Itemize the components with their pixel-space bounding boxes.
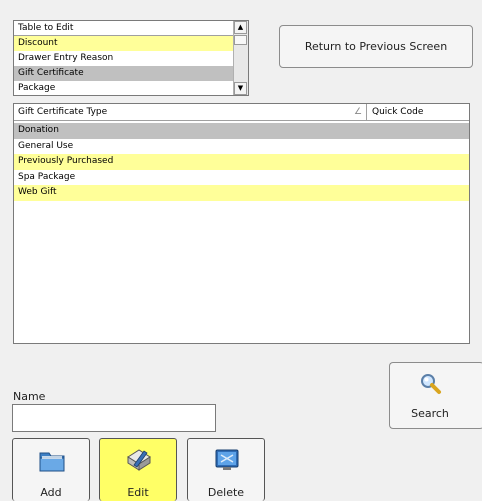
table-list-item-drawer-entry-reason[interactable]: Drawer Entry Reason — [14, 51, 236, 66]
gift-certificate-grid[interactable]: Gift Certificate Type ∠ Quick Code Donat… — [13, 103, 470, 344]
grid-row-previously-purchased[interactable]: Previously Purchased — [14, 154, 469, 170]
edit-pencil-icon — [127, 449, 151, 471]
table-to-edit-header: Table to Edit — [14, 21, 248, 36]
scroll-thumb[interactable] — [234, 35, 247, 45]
table-to-edit-list[interactable]: Table to Edit Discount Drawer Entry Reas… — [13, 20, 249, 96]
return-to-previous-screen-button[interactable]: Return to Previous Screen — [279, 25, 473, 68]
column-header-gift-certificate-type[interactable]: Gift Certificate Type — [18, 104, 107, 120]
edit-button-label: Edit — [127, 486, 149, 499]
grid-row-donation[interactable]: Donation — [14, 123, 469, 139]
search-button[interactable]: Search — [389, 362, 482, 429]
delete-button-label: Delete — [207, 486, 245, 499]
magnifier-icon — [421, 374, 441, 394]
sort-indicator-icon: ∠ — [354, 107, 363, 117]
table-list-item-discount[interactable]: Discount — [14, 36, 236, 51]
scroll-down-arrow-icon[interactable]: ▼ — [234, 82, 247, 95]
delete-button[interactable]: Delete — [187, 438, 265, 501]
table-list-item-package[interactable]: Package — [14, 81, 236, 95]
grid-row-web-gift[interactable]: Web Gift — [14, 185, 469, 201]
grid-row-general-use[interactable]: General Use — [14, 138, 469, 154]
scroll-up-arrow-icon[interactable]: ▲ — [234, 21, 247, 34]
edit-button[interactable]: Edit — [99, 438, 177, 501]
add-button[interactable]: Add — [12, 438, 90, 501]
table-list-scrollbar[interactable]: ▲ ▼ — [233, 21, 248, 95]
delete-monitor-icon — [215, 449, 239, 470]
column-header-quick-code[interactable]: Quick Code — [372, 104, 423, 120]
name-input[interactable] — [12, 404, 216, 432]
add-button-label: Add — [40, 486, 62, 499]
column-divider — [366, 104, 367, 120]
table-list-item-gift-certificate[interactable]: Gift Certificate — [14, 66, 236, 81]
name-label: Name — [13, 390, 46, 403]
folder-icon — [39, 452, 65, 472]
grid-row-spa-package[interactable]: Spa Package — [14, 169, 469, 185]
grid-header: Gift Certificate Type ∠ Quick Code — [14, 104, 469, 121]
search-button-label: Search — [411, 407, 449, 420]
